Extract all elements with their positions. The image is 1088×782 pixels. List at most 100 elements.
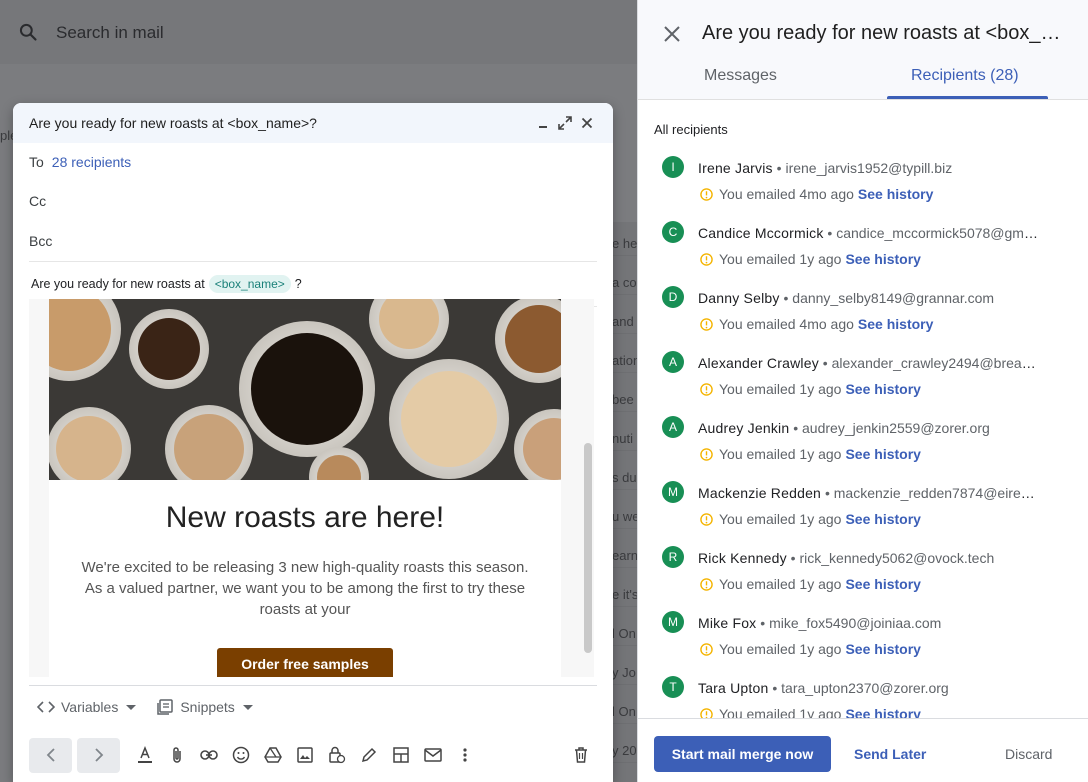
recipient-name: Mackenzie Redden <box>698 485 822 501</box>
background-row-divider <box>612 684 640 685</box>
search-placeholder: Search in mail <box>56 23 164 42</box>
recipient-row[interactable]: D Danny Selby • danny_selby8149@grannar.c… <box>638 280 1088 345</box>
recipient-email: alexander_crawley2494@breakfast.io <box>831 355 1038 371</box>
order-samples-button[interactable]: Order free samples <box>217 648 393 677</box>
fullscreen-button[interactable] <box>555 113 575 133</box>
background-text-fragment: and <box>612 314 634 329</box>
background-message-list: e he a co and ation bee nuti s due u we earn e it… <box>612 222 640 782</box>
background-row-divider <box>612 528 640 529</box>
last-emailed-text: You emailed 1y ago <box>719 706 842 718</box>
recipient-email: rick_kennedy5062@ovock.tech <box>799 550 995 566</box>
variable-chip[interactable]: <box_name> <box>208 275 291 293</box>
see-history-link[interactable]: See history <box>845 511 920 527</box>
snippets-icon <box>157 699 174 715</box>
next-button[interactable] <box>77 737 120 773</box>
see-history-link[interactable]: See history <box>845 576 920 592</box>
avatar: D <box>662 286 684 308</box>
tab-messages[interactable]: Messages <box>704 67 777 85</box>
recipient-info: Mackenzie Redden • mackenzie_redden7874@… <box>698 485 1038 501</box>
send-later-button[interactable]: Send Later <box>854 746 926 762</box>
compose-header: Are you ready for new roasts at <box_nam… <box>13 103 613 143</box>
background-row-divider <box>612 372 640 373</box>
warning-icon <box>700 707 713 718</box>
recipient-row[interactable]: C Candice Mccormick • candice_mccormick50… <box>638 215 1088 280</box>
snippets-label: Snippets <box>180 699 235 715</box>
see-history-link[interactable]: See history <box>845 641 920 657</box>
see-history-link[interactable]: See history <box>845 381 920 397</box>
recipient-email: audrey_jenkin2559@zorer.org <box>802 420 990 436</box>
recipient-info: Alexander Crawley • alexander_crawley249… <box>698 355 1038 371</box>
recipient-status: You emailed 1y ago See history <box>700 641 921 657</box>
background-text-fragment: y 20 <box>612 743 637 758</box>
recipient-row[interactable]: T Tara Upton • tara_upton2370@zorer.org Yo… <box>638 670 1088 718</box>
background-text-fragment: u we <box>612 509 640 524</box>
recipient-row[interactable]: I Irene Jarvis • irene_jarvis1952@typill.… <box>638 150 1088 215</box>
close-compose-button[interactable] <box>577 113 597 133</box>
insert-row: Variables Snippets <box>37 695 273 719</box>
see-history-link[interactable]: See history <box>845 446 920 462</box>
recipient-status: You emailed 1y ago See history <box>700 251 921 267</box>
recipient-row[interactable]: M Mackenzie Redden • mackenzie_redden7874… <box>638 475 1088 540</box>
tab-recipients[interactable]: Recipients (28) <box>911 67 1019 85</box>
recipient-email: irene_jarvis1952@typill.biz <box>785 160 953 176</box>
recipient-separator: • <box>779 290 793 306</box>
emoji-button[interactable] <box>225 739 257 771</box>
layout-button[interactable] <box>385 739 417 771</box>
recipient-separator: • <box>818 355 832 371</box>
signature-button[interactable] <box>353 739 385 771</box>
confidential-button[interactable] <box>321 739 353 771</box>
avatar: M <box>662 481 684 503</box>
previous-button[interactable] <box>29 737 72 773</box>
discard-draft-button[interactable] <box>565 739 597 771</box>
drive-icon <box>264 747 282 763</box>
recipient-row[interactable]: R Rick Kennedy • rick_kennedy5062@ovock.t… <box>638 540 1088 605</box>
recipient-separator: • <box>756 615 770 631</box>
formatting-button[interactable] <box>129 739 161 771</box>
background-row-divider <box>612 294 640 295</box>
minimize-icon <box>539 126 547 128</box>
close-panel-button[interactable] <box>662 24 682 44</box>
start-mail-merge-button[interactable]: Start mail merge now <box>654 736 831 772</box>
see-history-link[interactable]: See history <box>845 251 920 267</box>
recipient-email: candice_mccormick5078@gmail.com <box>836 225 1038 241</box>
attach-button[interactable] <box>161 739 193 771</box>
recipient-separator: • <box>772 160 786 176</box>
see-history-link[interactable]: See history <box>858 186 933 202</box>
email-template: New roasts are here! We're excited to be… <box>49 299 561 677</box>
recipient-list[interactable]: I Irene Jarvis • irene_jarvis1952@typill.… <box>638 150 1088 718</box>
recipient-email: mackenzie_redden7874@eirene.com <box>833 485 1038 501</box>
discard-button[interactable]: Discard <box>1005 746 1052 762</box>
image-icon <box>297 747 313 763</box>
email-body[interactable]: New roasts are here! We're excited to be… <box>29 299 594 677</box>
pen-icon <box>361 747 377 763</box>
more-options-button[interactable] <box>449 739 481 771</box>
text-format-icon <box>138 746 152 763</box>
recipient-name: Rick Kennedy <box>698 550 787 566</box>
link-button[interactable] <box>193 739 225 771</box>
recipient-row[interactable]: M Mike Fox • mike_fox5490@joiniaa.com You … <box>638 605 1088 670</box>
recipient-name: Audrey Jenkin <box>698 420 790 436</box>
background-text-fragment: bee <box>612 392 634 407</box>
coffee-image-illustration <box>49 299 561 480</box>
variables-dropdown[interactable]: Variables <box>37 699 137 715</box>
cc-field[interactable]: Cc <box>13 181 613 221</box>
snippets-dropdown[interactable]: Snippets <box>156 698 253 716</box>
lock-clock-icon <box>329 746 346 764</box>
see-history-link[interactable]: See history <box>845 706 920 718</box>
bcc-field[interactable]: Bcc <box>13 221 613 261</box>
compose-window: Are you ready for new roasts at <box_nam… <box>13 103 613 782</box>
recipient-row[interactable]: A Alexander Crawley • alexander_crawley24… <box>638 345 1088 410</box>
see-history-link[interactable]: See history <box>858 316 933 332</box>
warning-icon <box>700 512 713 526</box>
recipients-link[interactable]: 28 recipients <box>52 154 131 170</box>
background-row-divider <box>612 255 640 256</box>
warning-icon <box>700 577 713 591</box>
body-scrollbar[interactable] <box>584 443 592 653</box>
background-row-divider <box>612 489 640 490</box>
to-field[interactable]: To 28 recipients <box>13 143 613 181</box>
minimize-button[interactable] <box>533 113 553 133</box>
drive-button[interactable] <box>257 739 289 771</box>
photo-button[interactable] <box>289 739 321 771</box>
template-button[interactable] <box>417 739 449 771</box>
recipient-row[interactable]: A Audrey Jenkin • audrey_jenkin2559@zorer… <box>638 410 1088 475</box>
